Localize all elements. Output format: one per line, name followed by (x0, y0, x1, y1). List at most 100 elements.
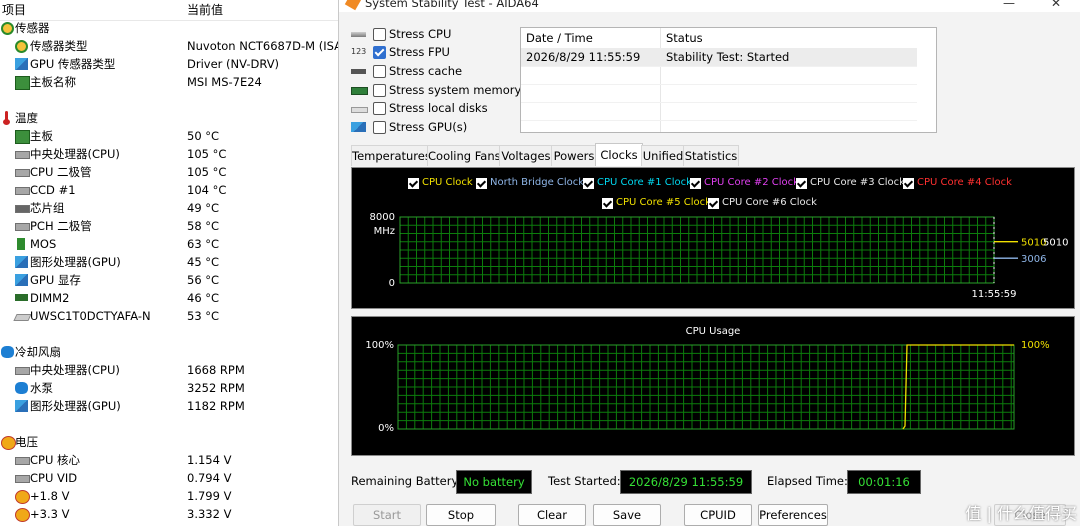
row-label: MOS (30, 237, 57, 251)
tab-cooling-fans[interactable]: Cooling Fans (427, 145, 501, 166)
thermometer-icon (1, 111, 14, 125)
row-value: 50 °C (187, 129, 220, 143)
sensor-row[interactable]: PCH 二极管 58 °C (0, 217, 338, 235)
group-cooling-fans[interactable]: 冷却风扇 (0, 343, 338, 361)
row-value: 3252 RPM (187, 381, 245, 395)
column-header-item[interactable]: 项目 (2, 0, 26, 20)
save-button[interactable]: Save (593, 504, 661, 526)
status-log-table[interactable]: Date / Time Status 2026/8/29 11:55:59 St… (520, 27, 937, 133)
voltage-icon (1, 436, 16, 450)
sensor-row[interactable]: 传感器类型 Nuvoton NCT6687D-M (ISA A (0, 37, 338, 55)
sensor-row[interactable]: CPU 二极管 105 °C (0, 163, 338, 181)
sensor-row[interactable]: 中央处理器(CPU) 1668 RPM (0, 361, 338, 379)
y-axis-max-label: 8000 (370, 212, 395, 223)
row-label: GPU 显存 (30, 273, 81, 287)
row-label: 主板 (30, 129, 53, 143)
tab-powers[interactable]: Powers (551, 145, 597, 166)
gpu-icon (15, 400, 28, 412)
sensor-row[interactable]: 图形处理器(GPU) 45 °C (0, 253, 338, 271)
row-divider (521, 102, 917, 103)
cpu-icon (15, 475, 30, 483)
row-value: 105 °C (187, 147, 227, 161)
sensor-row[interactable]: GPU 显存 56 °C (0, 271, 338, 289)
watermark-text: 值 | 什么值得买 (965, 504, 1077, 523)
row-label: GPU 传感器类型 (30, 57, 116, 71)
sensor-row[interactable]: +3.3 V 3.332 V (0, 505, 338, 523)
stop-button[interactable]: Stop (426, 504, 496, 526)
y-axis-max-label: 100% (365, 340, 394, 351)
start-button[interactable]: Start (353, 504, 421, 526)
stress-cache-checkbox[interactable] (373, 65, 386, 78)
sensor-row[interactable]: 主板名称 MSI MS-7E24 (0, 73, 338, 91)
cpuid-button[interactable]: CPUID (684, 504, 752, 526)
gpu-icon (15, 256, 28, 268)
group-voltage[interactable]: 电压 (0, 433, 338, 451)
tab-voltages[interactable]: Voltages (499, 145, 553, 166)
row-label: PCH 二极管 (30, 219, 92, 233)
tab-clocks[interactable]: Clocks (595, 143, 643, 166)
sensor-row[interactable]: CCD #1 104 °C (0, 181, 338, 199)
voltage-icon (15, 508, 30, 522)
column-header-datetime[interactable]: Date / Time (521, 28, 660, 49)
row-value: 1.799 V (187, 489, 232, 503)
sensor-row[interactable]: 主板 50 °C (0, 127, 338, 145)
option-label: Stress cache (389, 64, 463, 78)
stress-fpu-checkbox[interactable] (373, 46, 386, 59)
sensor-row[interactable]: GPU 传感器类型 Driver (NV-DRV) (0, 55, 338, 73)
cpu-icon (15, 457, 30, 465)
sensor-row[interactable]: 中央处理器(CPU) 105 °C (0, 145, 338, 163)
sensor-row[interactable]: DIMM2 46 °C (0, 289, 338, 307)
row-divider (521, 66, 917, 67)
row-label: +1.8 V (30, 489, 70, 503)
sensor-row[interactable]: UWSC1T0DCTYAFA-N 53 °C (0, 307, 338, 325)
clear-button[interactable]: Clear (518, 504, 586, 526)
aida64-logo-icon (344, 0, 362, 11)
cpu-icon (15, 187, 30, 195)
row-status: Stability Test: Started (666, 50, 790, 64)
gpu-icon (15, 274, 28, 286)
row-divider (521, 84, 917, 85)
row-value: 49 °C (187, 201, 220, 215)
chipset-icon (15, 205, 30, 213)
row-value: Driver (NV-DRV) (187, 57, 280, 71)
cpu-icon (15, 169, 30, 177)
row-label: 主板名称 (30, 75, 76, 89)
row-value: 58 °C (187, 219, 220, 233)
sensor-row[interactable]: +1.8 V 1.799 V (0, 487, 338, 505)
row-value: 0.794 V (187, 471, 232, 485)
row-value: 45 °C (187, 255, 220, 269)
row-value: 53 °C (187, 309, 220, 323)
column-header-value[interactable]: 当前值 (187, 0, 223, 20)
test-started-label: Test Started: (548, 474, 621, 488)
group-sensors[interactable]: 传感器 (0, 19, 338, 37)
minimize-icon[interactable]: — (1003, 0, 1015, 10)
tab-statistics[interactable]: Statistics (683, 145, 739, 166)
row-label: 水泵 (30, 381, 53, 395)
stress-gpu-checkbox[interactable] (373, 121, 386, 134)
tab-unified[interactable]: Unified (641, 145, 685, 166)
sensor-row[interactable]: MOS 63 °C (0, 235, 338, 253)
battery-value: No battery (456, 470, 532, 494)
close-icon[interactable]: ✕ (1051, 0, 1061, 10)
sensor-row[interactable]: 图形处理器(GPU) 1182 RPM (0, 397, 338, 415)
tab-temperatures[interactable]: Temperatures (351, 145, 431, 166)
group-temperature[interactable]: 温度 (0, 109, 338, 127)
column-header-status[interactable]: Status (661, 28, 916, 49)
clock-plot: 8000MHz011:55:59501050103006 (370, 212, 1069, 300)
memory-icon (351, 87, 368, 95)
preferences-button[interactable]: Preferences (758, 504, 828, 526)
fan-icon (15, 382, 28, 394)
stress-cpu-checkbox[interactable] (373, 28, 386, 41)
sensor-row[interactable]: CPU 核心 1.154 V (0, 451, 338, 469)
sensor-row[interactable]: 芯片组 49 °C (0, 199, 338, 217)
stress-disks-checkbox[interactable] (373, 102, 386, 115)
cpu-usage-chart: CPU Usage 100% 0% 100% (351, 316, 1075, 456)
disk-icon (13, 314, 32, 321)
sensor-row[interactable]: CPU VID 0.794 V (0, 469, 338, 487)
title-bar[interactable]: System Stability Test - AIDA64 — ✕ (339, 0, 1080, 12)
stability-test-window: System Stability Test - AIDA64 — ✕ Stres… (338, 0, 1080, 526)
group-label: 温度 (15, 111, 38, 125)
row-value: 46 °C (187, 291, 220, 305)
stress-memory-checkbox[interactable] (373, 84, 386, 97)
sensor-row[interactable]: 水泵 3252 RPM (0, 379, 338, 397)
